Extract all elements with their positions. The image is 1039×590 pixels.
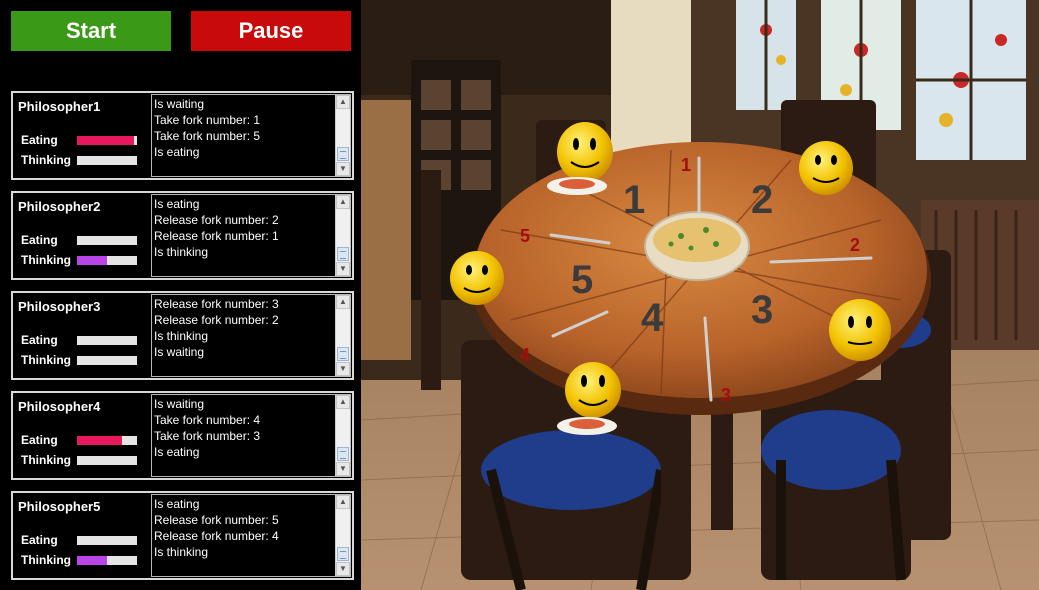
- log-line: Release fork number: 4: [154, 529, 279, 543]
- scrollbar[interactable]: ▲ ▼: [335, 395, 350, 476]
- seat-number-5: 5: [571, 258, 594, 302]
- control-panel: Start Pause Philosopher1 Eating Thinking…: [0, 0, 361, 590]
- eating-label: Eating: [21, 333, 58, 347]
- activity-log[interactable]: Is waiting Take fork number: 4 Take fork…: [151, 394, 351, 477]
- start-button[interactable]: Start: [11, 11, 171, 51]
- philosopher-name: Philosopher1: [18, 99, 101, 114]
- scroll-up-arrow-icon[interactable]: ▲: [336, 195, 350, 209]
- eating-progress-bar: [77, 136, 137, 145]
- eating-label: Eating: [21, 433, 58, 447]
- dining-table-scene: 1 2 3 4 5 1 2 3 4 5: [361, 0, 1039, 590]
- scroll-down-arrow-icon[interactable]: ▼: [336, 462, 350, 476]
- log-line: Release fork number: 5: [154, 513, 279, 527]
- scroll-down-arrow-icon[interactable]: ▼: [336, 262, 350, 276]
- scroll-thumb[interactable]: [337, 247, 349, 261]
- activity-log[interactable]: Is eating Release fork number: 2 Release…: [151, 194, 351, 277]
- scroll-thumb[interactable]: [337, 347, 349, 361]
- philosopher-name: Philosopher5: [18, 499, 101, 514]
- thinking-progress-fill: [77, 256, 107, 265]
- scrollbar[interactable]: ▲ ▼: [335, 295, 350, 376]
- pause-button[interactable]: Pause: [191, 11, 351, 51]
- philosopher-panel-2: Philosopher2 Eating Thinking Is eating R…: [11, 191, 354, 280]
- log-line: Is eating: [154, 497, 200, 511]
- scroll-thumb[interactable]: [337, 547, 349, 561]
- fork-number-4: 4: [520, 345, 531, 365]
- seat-number-1: 1: [623, 178, 646, 222]
- scene-background: [361, 0, 1039, 590]
- log-line: Is waiting: [154, 345, 205, 359]
- eating-progress-fill: [77, 136, 134, 145]
- scroll-down-arrow-icon[interactable]: ▼: [336, 162, 350, 176]
- thinking-progress-bar: [77, 556, 137, 565]
- log-line: Is eating: [154, 145, 200, 159]
- eating-progress-bar: [77, 336, 137, 345]
- activity-log[interactable]: Is waiting Take fork number: 1 Take fork…: [151, 94, 351, 177]
- scroll-thumb[interactable]: [337, 147, 349, 161]
- log-line: Take fork number: 5: [154, 129, 261, 143]
- thinking-progress-bar: [77, 456, 137, 465]
- scroll-up-arrow-icon[interactable]: ▲: [336, 95, 350, 109]
- log-line: Is thinking: [154, 545, 209, 559]
- log-line: Take fork number: 1: [154, 113, 261, 127]
- scroll-down-arrow-icon[interactable]: ▼: [336, 562, 350, 576]
- eating-progress-bar: [77, 236, 137, 245]
- fork-number-3: 3: [721, 385, 732, 405]
- thinking-label: Thinking: [21, 453, 71, 467]
- scroll-down-arrow-icon[interactable]: ▼: [336, 362, 350, 376]
- philosopher-name: Philosopher3: [18, 299, 101, 314]
- eating-progress-bar: [77, 536, 137, 545]
- fork-number-5: 5: [520, 226, 531, 246]
- seat-number-3: 3: [751, 288, 774, 332]
- scrollbar[interactable]: ▲ ▼: [335, 195, 350, 276]
- scroll-up-arrow-icon[interactable]: ▲: [336, 395, 350, 409]
- thinking-progress-bar: [77, 356, 137, 365]
- philosopher-panel-5: Philosopher5 Eating Thinking Is eating R…: [11, 491, 354, 580]
- thinking-label: Thinking: [21, 353, 71, 367]
- activity-log[interactable]: Is eating Release fork number: 5 Release…: [151, 494, 351, 577]
- thinking-label: Thinking: [21, 253, 71, 267]
- eating-label: Eating: [21, 133, 58, 147]
- philosopher-name: Philosopher2: [18, 199, 101, 214]
- activity-log[interactable]: Release fork number: 3 Release fork numb…: [151, 294, 351, 377]
- eating-label: Eating: [21, 233, 58, 247]
- log-line: Release fork number: 2: [154, 213, 279, 227]
- thinking-label: Thinking: [21, 553, 71, 567]
- philosopher-name: Philosopher4: [18, 399, 101, 414]
- eating-progress-bar: [77, 436, 137, 445]
- philosopher-panel-1: Philosopher1 Eating Thinking Is waiting …: [11, 91, 354, 180]
- log-line: Is thinking: [154, 329, 209, 343]
- log-line: Release fork number: 3: [154, 297, 279, 311]
- log-line: Is waiting: [154, 397, 205, 411]
- log-line: Is thinking: [154, 245, 209, 259]
- fork-number-2: 2: [850, 235, 861, 255]
- thinking-progress-fill: [77, 556, 107, 565]
- log-line: Take fork number: 3: [154, 429, 261, 443]
- fork-number-1: 1: [681, 155, 692, 175]
- log-line: Take fork number: 4: [154, 413, 261, 427]
- philosopher-panel-3: Philosopher3 Eating Thinking Release for…: [11, 291, 354, 380]
- thinking-progress-bar: [77, 256, 137, 265]
- log-line: Is eating: [154, 445, 200, 459]
- seat-number-4: 4: [641, 296, 664, 340]
- log-line: Release fork number: 1: [154, 229, 279, 243]
- thinking-progress-bar: [77, 156, 137, 165]
- scroll-up-arrow-icon[interactable]: ▲: [336, 495, 350, 509]
- scroll-thumb[interactable]: [337, 447, 349, 461]
- seat-number-2: 2: [751, 178, 774, 222]
- log-line: Is waiting: [154, 97, 205, 111]
- scrollbar[interactable]: ▲ ▼: [335, 495, 350, 576]
- log-line: Release fork number: 2: [154, 313, 279, 327]
- eating-label: Eating: [21, 533, 58, 547]
- thinking-label: Thinking: [21, 153, 71, 167]
- eating-progress-fill: [77, 436, 122, 445]
- scrollbar[interactable]: ▲ ▼: [335, 95, 350, 176]
- philosopher-panel-4: Philosopher4 Eating Thinking Is waiting …: [11, 391, 354, 480]
- scroll-up-arrow-icon[interactable]: ▲: [336, 295, 350, 309]
- log-line: Is eating: [154, 197, 200, 211]
